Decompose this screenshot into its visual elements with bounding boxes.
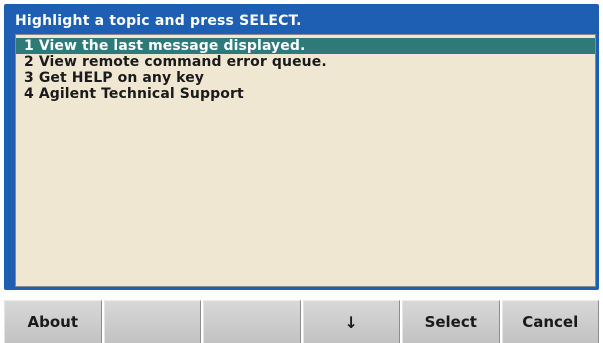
about-button[interactable]: About bbox=[4, 300, 102, 343]
down-button[interactable]: ↓ bbox=[302, 300, 400, 343]
topic-panel: 1 View the last message displayed. 2 Vie… bbox=[15, 34, 596, 287]
blank-softkey-1[interactable] bbox=[103, 300, 201, 343]
topic-item-view-last-message[interactable]: 1 View the last message displayed. bbox=[16, 38, 595, 54]
topic-item-technical-support[interactable]: 4 Agilent Technical Support bbox=[16, 86, 595, 102]
topic-item-get-help-on-key[interactable]: 3 Get HELP on any key bbox=[16, 70, 595, 86]
down-arrow-icon: ↓ bbox=[344, 312, 358, 332]
softkey-bar: About ↓ Select Cancel bbox=[4, 300, 599, 343]
topic-item-view-error-queue[interactable]: 2 View remote command error queue. bbox=[16, 54, 595, 70]
help-screen: Highlight a topic and press SELECT. 1 Vi… bbox=[0, 0, 603, 343]
dialog-title: Highlight a topic and press SELECT. bbox=[15, 13, 302, 29]
blank-softkey-2[interactable] bbox=[203, 300, 301, 343]
select-button[interactable]: Select bbox=[402, 300, 500, 343]
help-dialog: Highlight a topic and press SELECT. 1 Vi… bbox=[4, 4, 599, 290]
cancel-button[interactable]: Cancel bbox=[501, 300, 599, 343]
topic-list: 1 View the last message displayed. 2 Vie… bbox=[16, 38, 595, 102]
